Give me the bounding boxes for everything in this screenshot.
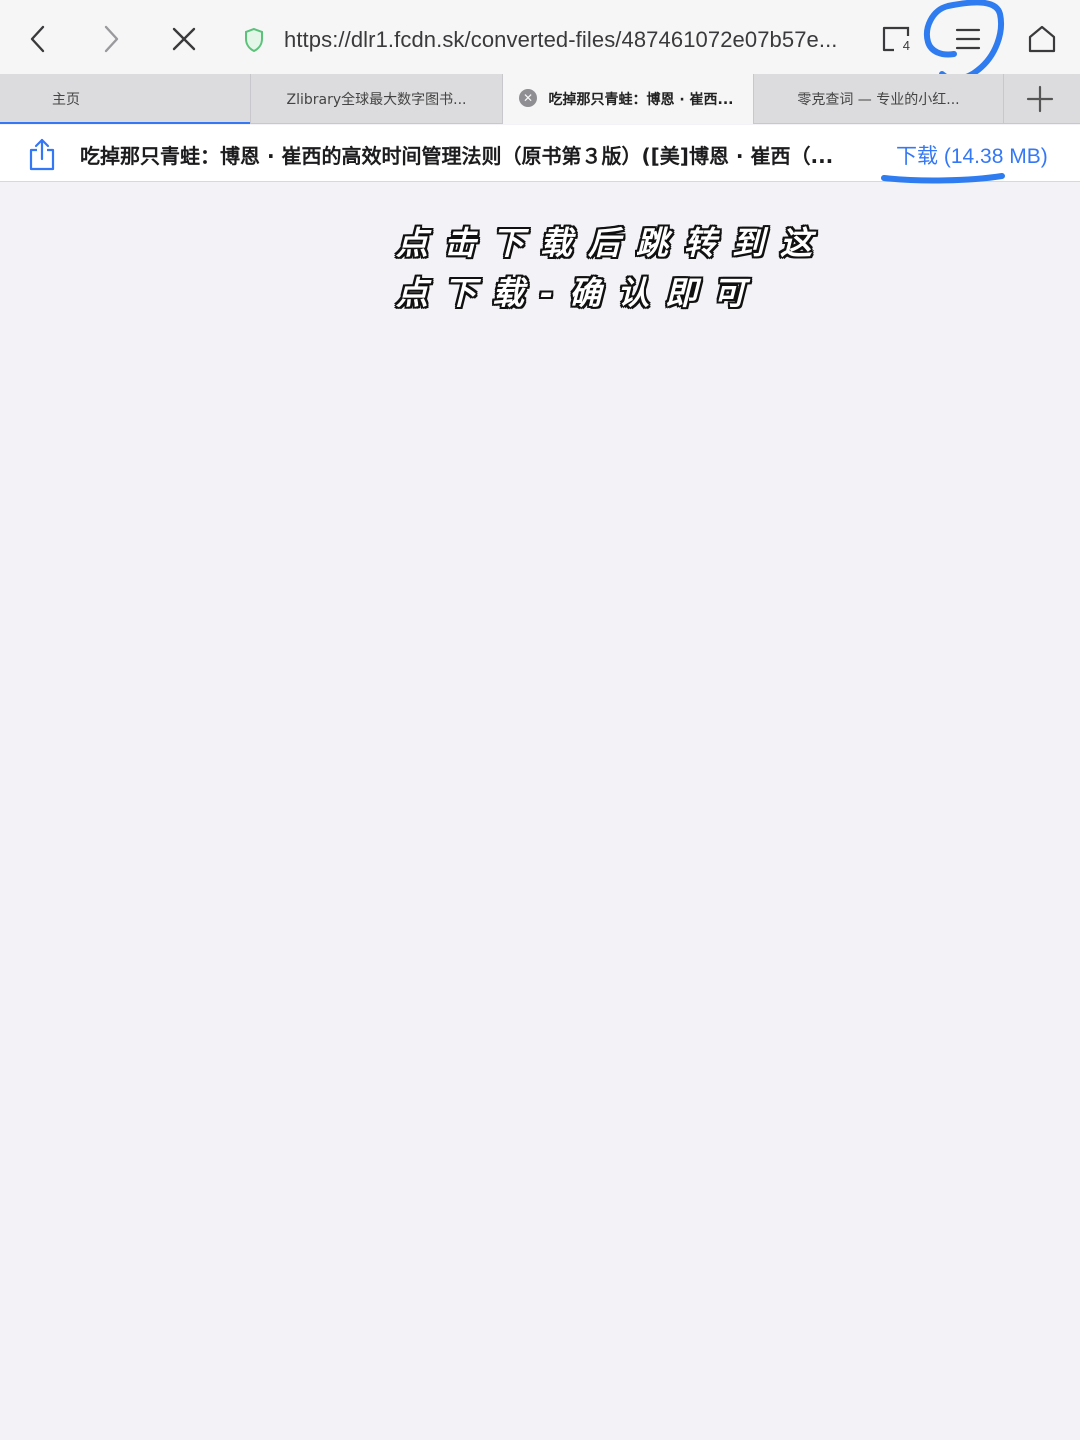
tabs-overview-button[interactable]: 4 <box>874 17 918 61</box>
browser-toolbar: https://dlr1.fcdn.sk/converted-files/487… <box>0 0 1080 74</box>
close-tab-icon[interactable]: ✕ <box>519 89 537 107</box>
menu-icon <box>955 28 981 50</box>
tab-label: 吃掉那只青蛙：博恩 · 崔西... <box>548 92 734 108</box>
new-tab-button[interactable] <box>1016 76 1064 122</box>
home-button[interactable] <box>1020 17 1064 61</box>
tab-label: 零克查词 — 专业的小红... <box>797 92 960 108</box>
share-button[interactable] <box>20 133 64 177</box>
tab-label: 主页 <box>52 92 80 108</box>
share-icon <box>29 138 55 171</box>
tab-strip: 主页 Zlibrary全球最大数字图书... ✕ 吃掉那只青蛙：博恩 · 崔西.… <box>0 74 1080 124</box>
home-icon <box>1028 25 1056 53</box>
plus-icon <box>1026 85 1054 113</box>
stop-loading-button[interactable] <box>162 17 206 61</box>
caption-line-2: 点下载-确认即可 <box>396 274 762 312</box>
tab-home[interactable]: 主页 <box>0 74 251 124</box>
menu-button[interactable] <box>946 17 990 61</box>
tab-current-download[interactable]: ✕ 吃掉那只青蛙：博恩 · 崔西... <box>503 74 754 124</box>
tab-label: Zlibrary全球最大数字图书... <box>286 92 467 108</box>
active-tab-indicator <box>0 122 250 124</box>
address-bar[interactable]: https://dlr1.fcdn.sk/converted-files/487… <box>232 17 852 63</box>
download-file-title: 吃掉那只青蛙：博恩 · 崔西的高效时间管理法则（原书第３版）([美]博恩 · 崔… <box>80 144 834 168</box>
tab-count: 4 <box>902 38 910 53</box>
chevron-right-icon <box>104 25 119 53</box>
chevron-left-icon <box>30 25 45 53</box>
shield-icon <box>232 18 276 62</box>
back-button[interactable] <box>16 17 60 61</box>
url-text: https://dlr1.fcdn.sk/converted-files/487… <box>284 27 838 52</box>
download-link[interactable]: 下载 (14.38 MB) <box>896 140 1048 170</box>
tab-lingke[interactable]: 零克查词 — 专业的小红... <box>754 74 1004 124</box>
tab-zlibrary[interactable]: Zlibrary全球最大数字图书... <box>251 74 503 124</box>
instruction-caption: 点击下载后跳转到这 点下载-确认即可 <box>396 218 836 318</box>
close-icon <box>172 27 196 51</box>
forward-button[interactable] <box>89 17 133 61</box>
download-bar: 吃掉那只青蛙：博恩 · 崔西的高效时间管理法则（原书第３版）([美]博恩 · 崔… <box>0 125 1080 182</box>
caption-line-1: 点击下载后跳转到这 <box>396 224 829 262</box>
